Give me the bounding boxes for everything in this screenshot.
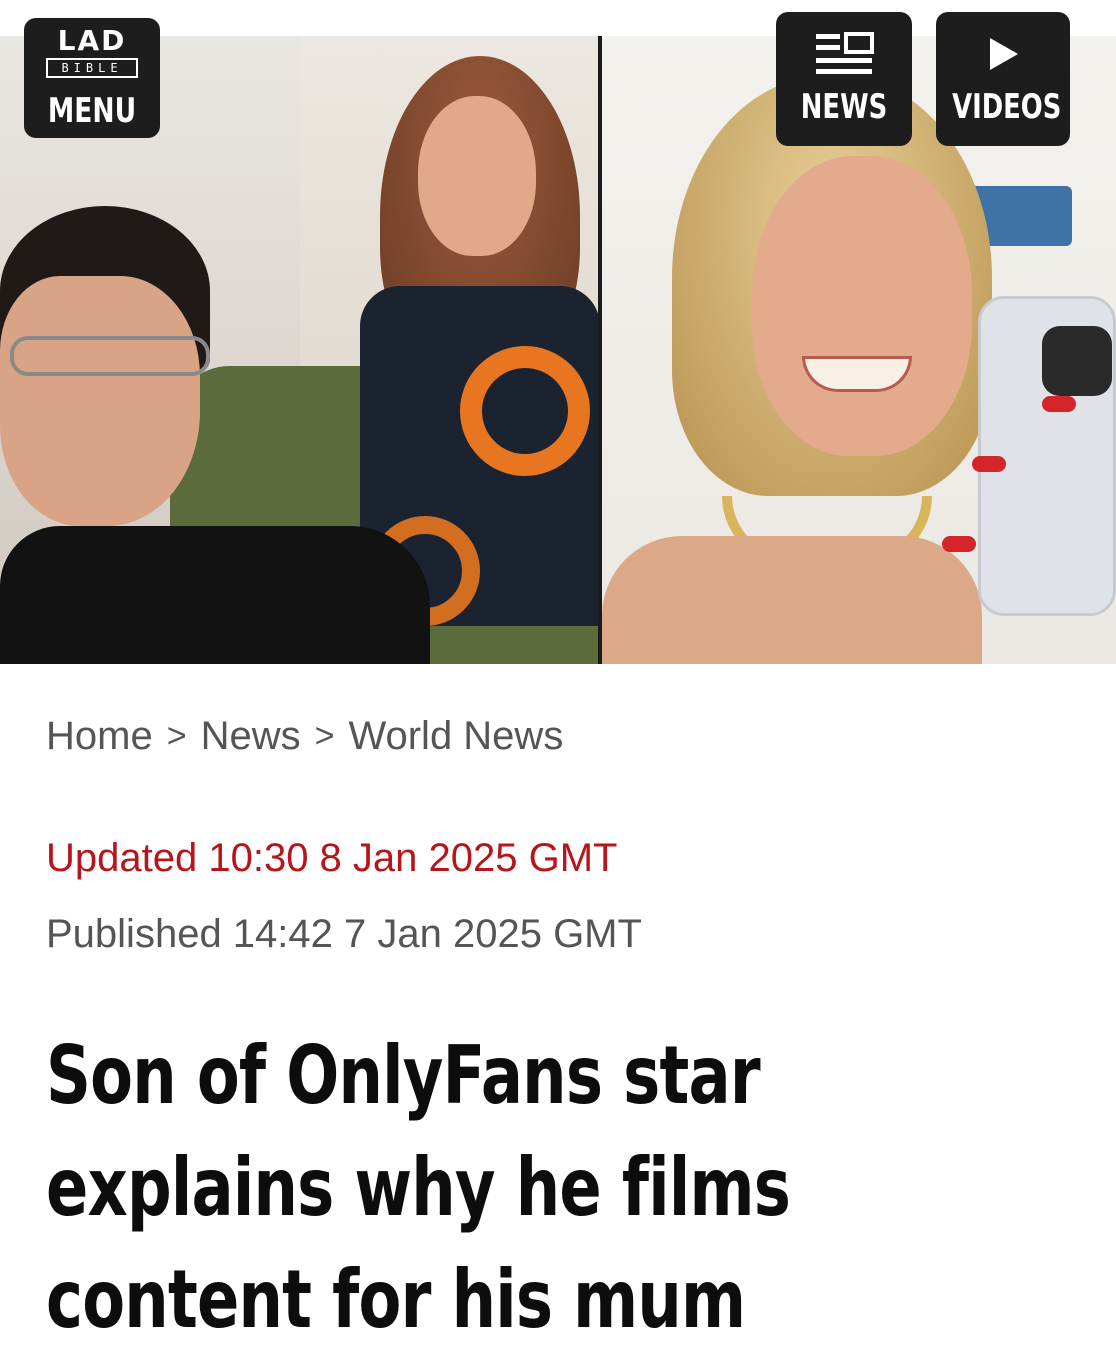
breadcrumb-news-link[interactable]: News <box>201 714 301 759</box>
news-label: NEWS <box>800 87 888 127</box>
breadcrumb-separator: > <box>166 716 187 755</box>
hero-image: LAD BIBLE MENU NEWS VIDEOS <box>0 0 1116 664</box>
updated-timestamp: Updated 10:30 8 Jan 2025 GMT <box>46 836 618 880</box>
breadcrumb-home-link[interactable]: Home <box>46 714 153 759</box>
play-icon <box>936 32 1070 76</box>
breadcrumb: Home > News > World News <box>46 712 563 760</box>
published-timestamp: Published 14:42 7 Jan 2025 GMT <box>46 912 642 956</box>
news-icon <box>776 32 912 76</box>
menu-button[interactable]: LAD BIBLE MENU <box>24 18 160 138</box>
videos-button[interactable]: VIDEOS <box>936 12 1070 146</box>
logo-bible-text: BIBLE <box>46 58 138 78</box>
article-headline: Son of OnlyFans star explains why he fil… <box>46 1029 791 1346</box>
news-button[interactable]: NEWS <box>776 12 912 146</box>
videos-label: VIDEOS <box>952 87 1062 127</box>
logo-lad-text: LAD <box>57 24 127 57</box>
menu-label: MENU <box>47 91 137 131</box>
breadcrumb-world-news-link[interactable]: World News <box>348 714 563 759</box>
breadcrumb-separator: > <box>314 716 335 755</box>
